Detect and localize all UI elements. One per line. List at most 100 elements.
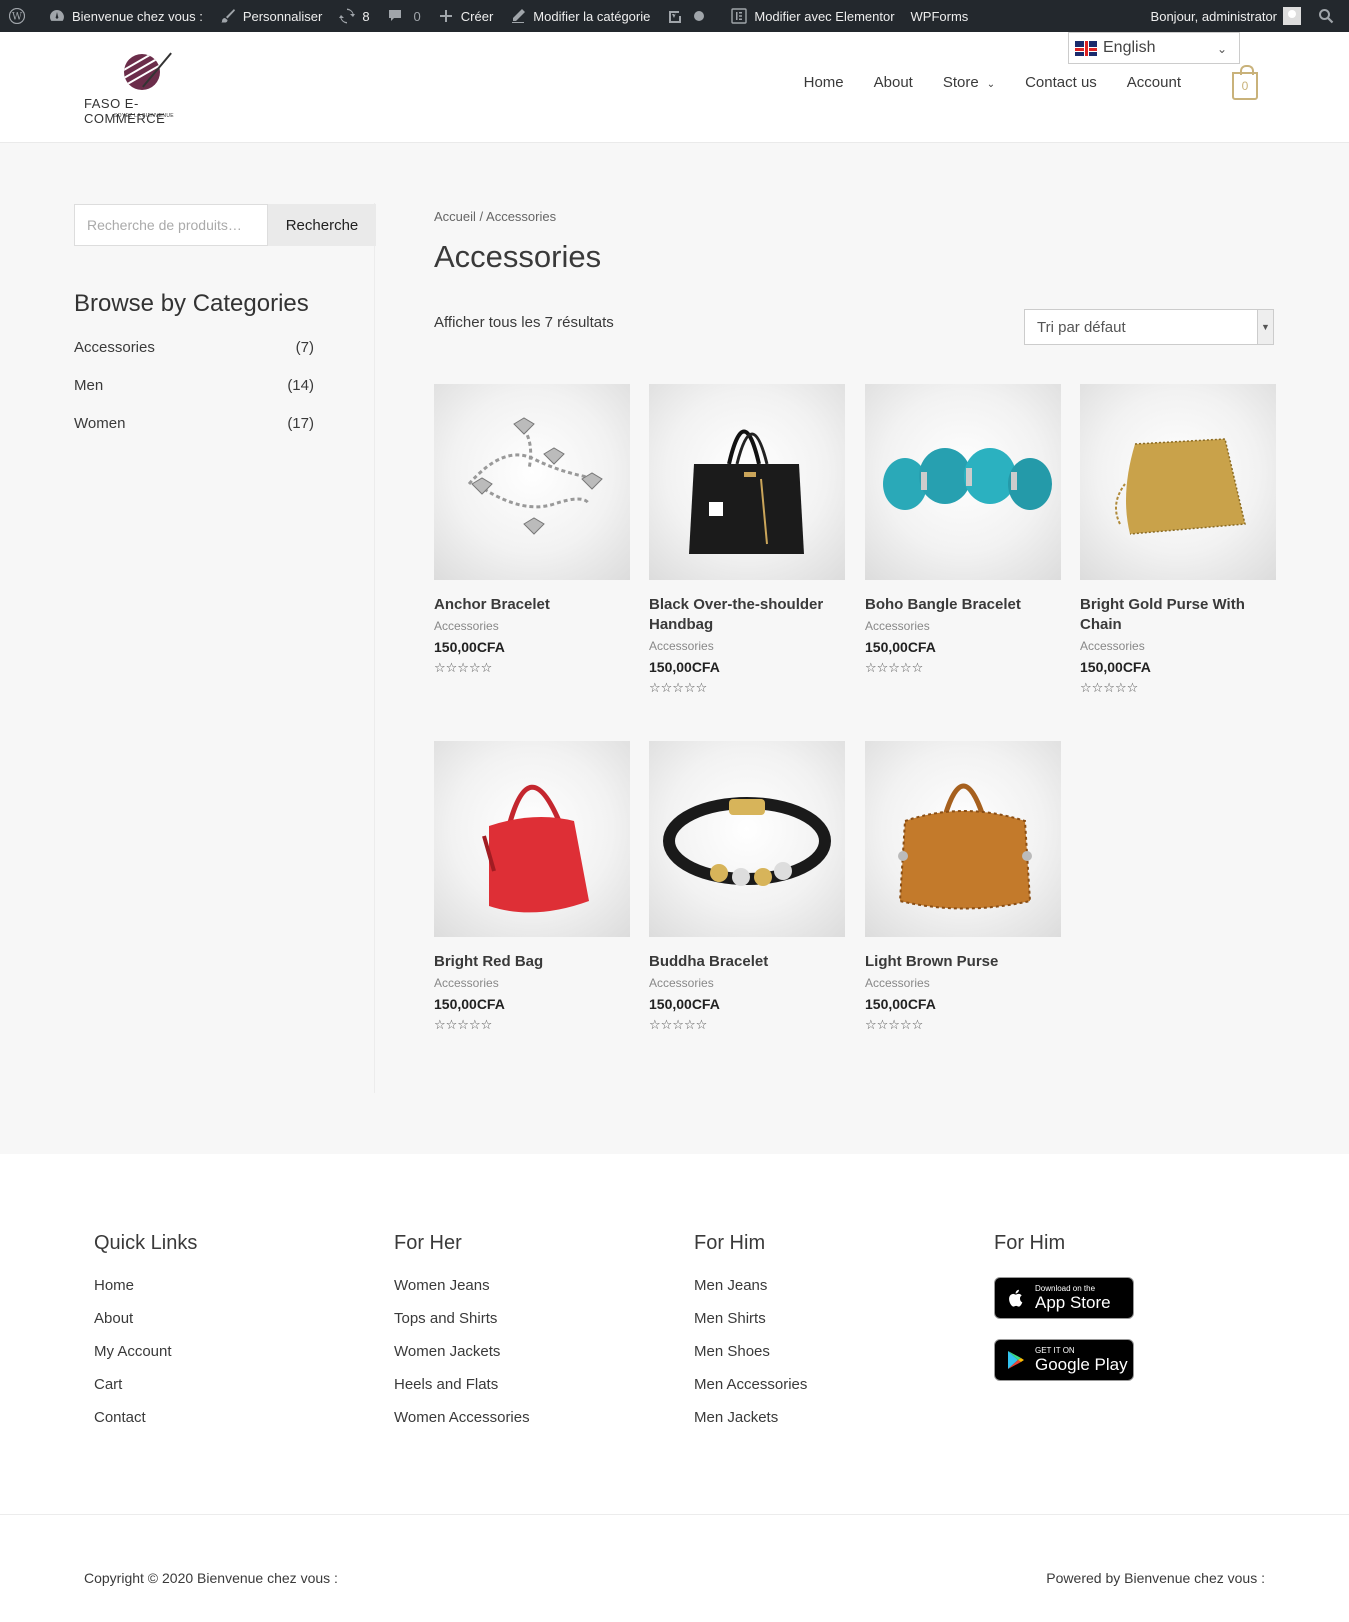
category-item-men[interactable]: Men (14) xyxy=(74,377,314,415)
footer-link[interactable]: Contact xyxy=(94,1409,197,1442)
elementor-icon xyxy=(730,7,748,25)
footer-link[interactable]: Heels and Flats xyxy=(394,1376,530,1409)
product-search-input[interactable]: Recherche de produits… xyxy=(74,204,268,246)
footer-link[interactable]: Men Shirts xyxy=(694,1310,807,1343)
product-price: 150,00CFA xyxy=(865,996,936,1012)
google-play-badge[interactable]: GET IT ON Google Play xyxy=(994,1339,1134,1381)
product-image[interactable] xyxy=(434,741,630,937)
product-card[interactable]: Buddha Bracelet Accessories 150,00CFA ☆☆… xyxy=(649,741,845,1033)
product-name[interactable]: Bright Red Bag xyxy=(434,952,630,972)
product-name[interactable]: Light Brown Purse xyxy=(865,952,1061,972)
product-category[interactable]: Accessories xyxy=(865,976,1061,990)
wpforms-menu[interactable]: WPForms xyxy=(903,0,977,32)
page-title: Accessories xyxy=(434,239,602,274)
app-store-badge[interactable]: Download on the App Store xyxy=(994,1277,1134,1319)
footer-link[interactable]: Women Jackets xyxy=(394,1343,530,1376)
nav-store[interactable]: Store ⌄ xyxy=(943,74,995,91)
comments-link[interactable]: 0 xyxy=(378,0,429,32)
site-name-menu[interactable]: Bienvenue chez vous : xyxy=(40,0,211,32)
cart-button[interactable]: 0 xyxy=(1232,65,1258,100)
product-category[interactable]: Accessories xyxy=(1080,639,1276,653)
sort-select[interactable]: Tri par défaut ▼ xyxy=(1024,309,1274,345)
nav-home[interactable]: Home xyxy=(804,74,844,91)
star-rating: ☆☆☆☆☆ xyxy=(434,660,493,675)
footer-for-her: For Her Women Jeans Tops and Shirts Wome… xyxy=(394,1232,530,1442)
search-icon xyxy=(1317,7,1335,25)
footer-link[interactable]: Men Jeans xyxy=(694,1277,807,1310)
footer-link[interactable]: Home xyxy=(94,1277,197,1310)
footer-link[interactable]: About xyxy=(94,1310,197,1343)
updates-link[interactable]: 8 xyxy=(330,0,377,32)
category-name: Women xyxy=(74,415,126,432)
footer-link[interactable]: Cart xyxy=(94,1376,197,1409)
main-navigation: Home About Store ⌄ Contact us Account xyxy=(804,74,1181,91)
footer-link[interactable]: Men Jackets xyxy=(694,1409,807,1442)
footer-link[interactable]: Tops and Shirts xyxy=(394,1310,530,1343)
category-item-accessories[interactable]: Accessories (7) xyxy=(74,339,314,377)
uk-flag-icon xyxy=(1075,40,1097,56)
site-logo[interactable]: FASO E-COMMERCE SOYEZ LA BIENVENUE xyxy=(84,46,214,128)
product-card[interactable]: Light Brown Purse Accessories 150,00CFA … xyxy=(865,741,1061,1033)
footer-quick-links: Quick Links Home About My Account Cart C… xyxy=(94,1232,197,1442)
star-rating: ☆☆☆☆☆ xyxy=(649,1017,708,1032)
product-card[interactable]: Anchor Bracelet Accessories 150,00CFA ☆☆… xyxy=(434,384,630,676)
product-category[interactable]: Accessories xyxy=(649,639,845,653)
footer-link[interactable]: Men Accessories xyxy=(694,1376,807,1409)
appstore-small-text: Download on the xyxy=(1035,1284,1096,1293)
product-name[interactable]: Buddha Bracelet xyxy=(649,952,845,972)
product-category[interactable]: Accessories xyxy=(649,976,845,990)
edit-category-label: Modifier la catégorie xyxy=(533,8,651,24)
category-item-women[interactable]: Women (17) xyxy=(74,415,314,453)
admin-search[interactable] xyxy=(1309,0,1349,32)
footer-link[interactable]: Men Shoes xyxy=(694,1343,807,1376)
avatar xyxy=(1283,7,1301,25)
product-card[interactable]: Boho Bangle Bracelet Accessories 150,00C… xyxy=(865,384,1061,676)
elementor-edit-link[interactable]: Modifier avec Elementor xyxy=(722,0,902,32)
product-name[interactable]: Boho Bangle Bracelet xyxy=(865,595,1061,615)
product-category[interactable]: Accessories xyxy=(434,976,630,990)
product-image[interactable] xyxy=(649,384,845,580)
yoast-seo-menu[interactable] xyxy=(658,0,722,32)
sidebar-divider xyxy=(374,203,375,1093)
product-name[interactable]: Black Over-the-shoulder Handbag xyxy=(649,595,845,635)
nav-contact[interactable]: Contact us xyxy=(1025,74,1097,91)
product-image[interactable] xyxy=(434,384,630,580)
sort-value: Tri par défaut xyxy=(1037,318,1126,336)
product-name[interactable]: Bright Gold Purse With Chain xyxy=(1080,595,1276,635)
create-menu[interactable]: Créer xyxy=(429,0,502,32)
breadcrumb[interactable]: Accueil / Accessories xyxy=(434,209,556,224)
red-bag-image xyxy=(482,784,589,913)
nav-account[interactable]: Account xyxy=(1127,74,1181,91)
customize-link[interactable]: Personnaliser xyxy=(211,0,331,32)
category-list: Accessories (7) Men (14) Women (17) xyxy=(74,339,314,453)
language-selector[interactable]: English ⌄ xyxy=(1068,32,1240,64)
product-image[interactable] xyxy=(1080,384,1276,580)
footer-for-him: For Him Men Jeans Men Shirts Men Shoes M… xyxy=(694,1232,807,1442)
wordpress-icon: W xyxy=(8,7,26,25)
product-card[interactable]: Bright Gold Purse With Chain Accessories… xyxy=(1080,384,1276,696)
account-menu[interactable]: Bonjour, administrator xyxy=(1143,0,1309,32)
wordpress-logo-menu[interactable]: W xyxy=(0,0,40,32)
footer-link[interactable]: My Account xyxy=(94,1343,197,1376)
product-image[interactable] xyxy=(649,741,845,937)
star-rating: ☆☆☆☆☆ xyxy=(865,1017,924,1032)
site-footer: Quick Links Home About My Account Cart C… xyxy=(0,1154,1349,1514)
product-image[interactable] xyxy=(865,384,1061,580)
product-category[interactable]: Accessories xyxy=(434,619,630,633)
elementor-label: Modifier avec Elementor xyxy=(754,8,895,24)
edit-category-link[interactable]: Modifier la catégorie xyxy=(501,0,658,32)
nav-about[interactable]: About xyxy=(874,74,913,91)
footer-heading: For Him xyxy=(994,1232,1066,1254)
footer-link[interactable]: Women Jeans xyxy=(394,1277,530,1310)
pencil-icon xyxy=(509,7,527,25)
product-category[interactable]: Accessories xyxy=(865,619,1061,633)
product-image[interactable] xyxy=(865,741,1061,937)
product-card[interactable]: Black Over-the-shoulder Handbag Accessor… xyxy=(649,384,845,696)
copyright-text: Copyright © 2020 Bienvenue chez vous : xyxy=(84,1570,338,1586)
product-name[interactable]: Anchor Bracelet xyxy=(434,595,630,615)
product-price: 150,00CFA xyxy=(865,639,936,655)
footer-link[interactable]: Women Accessories xyxy=(394,1409,530,1442)
product-card[interactable]: Bright Red Bag Accessories 150,00CFA ☆☆☆… xyxy=(434,741,630,1033)
anchor-bracelet-image xyxy=(467,417,603,535)
search-button[interactable]: Recherche xyxy=(268,204,376,246)
